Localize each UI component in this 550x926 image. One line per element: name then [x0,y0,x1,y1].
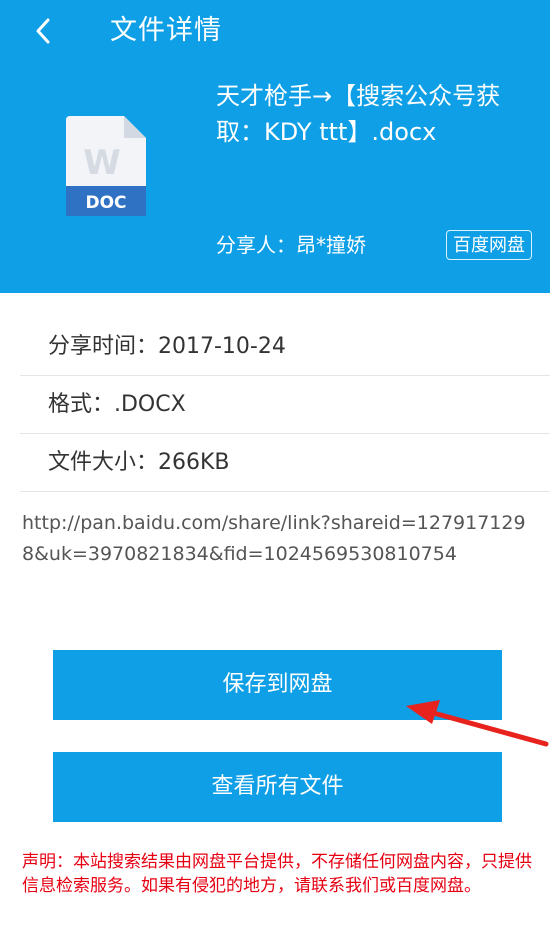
format-row: 格式：.DOCX [20,376,550,434]
source-badge: 百度网盘 [446,230,532,260]
share-time-text: 分享时间：2017-10-24 [48,334,286,359]
disclaimer-text: 声明：本站搜索结果由网盘平台提供，不存储任何网盘内容，只提供信息检索服务。如果有… [22,852,532,896]
file-size-text: 文件大小：266KB [48,450,230,475]
format-text: 格式：.DOCX [48,392,186,417]
back-button[interactable] [26,10,60,52]
chevron-left-icon [36,18,50,44]
sharer-label: 分享人：昂*撞娇 [216,233,366,257]
page-title: 文件详情 [110,15,222,46]
share-link[interactable]: http://pan.baidu.com/share/link?shareid=… [22,508,532,570]
share-time-row: 分享时间：2017-10-24 [20,318,550,376]
view-all-files-button[interactable]: 查看所有文件 [53,752,502,822]
file-name: 天才枪手→【搜索公众号获取：KDY ttt】.docx [216,82,501,146]
file-size-row: 文件大小：266KB [20,434,550,492]
file-header: 文件详情 W DOC 天才枪手→【搜索公众号获取：KDY ttt】.docx 分… [0,0,550,293]
red-arrow-annotation [406,700,549,747]
doc-icon-letter: W [83,143,121,183]
doc-icon-label: DOC [85,193,126,213]
word-doc-icon: W DOC [66,116,146,216]
